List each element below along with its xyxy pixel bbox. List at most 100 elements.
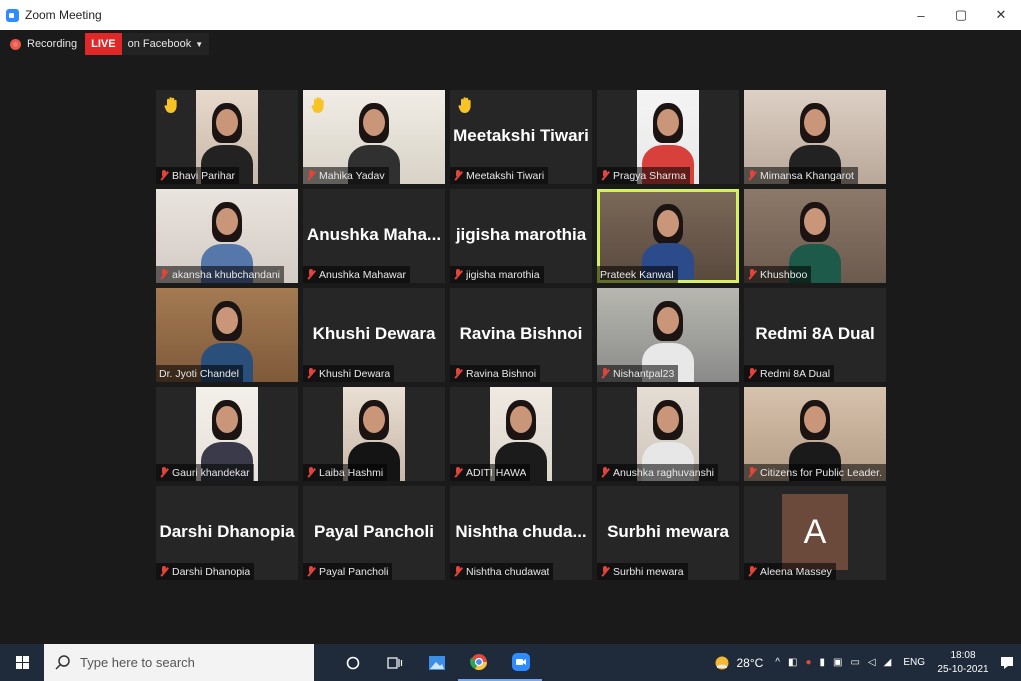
live-stream-menu[interactable]: LIVE on Facebook ▼ (85, 33, 210, 55)
volume-icon[interactable]: ◁ (868, 657, 876, 668)
chrome-icon[interactable] (458, 644, 500, 681)
participant-tile[interactable]: Gauri khandekar (156, 387, 298, 481)
participant-tile[interactable]: Bhavi Parihar (156, 90, 298, 184)
participant-tile[interactable]: Surbhi mewara Surbhi mewara (597, 486, 739, 580)
raised-hand-icon (164, 96, 178, 114)
clock[interactable]: 18:08 25-10-2021 (933, 649, 993, 677)
close-button[interactable]: ✕ (981, 0, 1021, 30)
participant-tile[interactable]: Pragya Sharma (597, 90, 739, 184)
participant-tile[interactable]: Meetakshi Tiwari Meetakshi Tiwari (450, 90, 592, 184)
participant-tile[interactable]: akansha khubchandani (156, 189, 298, 283)
participant-tile[interactable]: Nishantpal23 (597, 288, 739, 382)
participant-tile[interactable]: Mahika Yadav (303, 90, 445, 184)
participant-name: Citizens for Public Leader... (760, 466, 882, 479)
participant-name: Darshi Dhanopia (172, 565, 251, 578)
participant-name-bar: jigisha marothia (450, 266, 544, 283)
language-indicator[interactable]: ENG (903, 657, 925, 668)
window-controls: – ▢ ✕ (901, 0, 1021, 30)
participant-name: Laiba Hashmi (319, 466, 384, 479)
participant-tile[interactable]: Ravina Bishnoi Ravina Bishnoi (450, 288, 592, 382)
meet-now-icon[interactable]: ◧ (788, 657, 797, 668)
start-button[interactable] (0, 644, 44, 681)
participant-display-name: Redmi 8A Dual (755, 324, 875, 343)
participant-name-bar: Dr. Jyoti Chandel (156, 365, 243, 382)
participant-tile[interactable]: Anushka Maha... Anushka Mahawar (303, 189, 445, 283)
windows-logo-icon (15, 656, 29, 669)
task-view-icon[interactable] (374, 644, 416, 681)
muted-mic-icon (306, 566, 315, 577)
participant-name: Payal Pancholi (319, 565, 389, 578)
display-icon[interactable]: ▣ (833, 657, 842, 668)
participant-tile[interactable]: Khushboo (744, 189, 886, 283)
participant-name-bar: Mimansa Khangarot (744, 167, 858, 184)
muted-mic-icon (600, 467, 609, 478)
battery-icon[interactable]: ▭ (850, 657, 859, 668)
live-destination: on Facebook (127, 38, 192, 50)
muted-mic-icon (747, 368, 756, 379)
recording-label[interactable]: Recording (27, 38, 77, 50)
restore-button[interactable]: ▢ (941, 0, 981, 30)
participant-tile[interactable]: Payal Pancholi Payal Pancholi (303, 486, 445, 580)
participant-tile[interactable]: Khushi Dewara Khushi Dewara (303, 288, 445, 382)
participant-tile[interactable]: Prateek Kanwal (597, 189, 739, 283)
participant-name-bar: akansha khubchandani (156, 266, 285, 283)
clock-time: 18:08 (950, 649, 976, 661)
participant-name: Anushka raghuvanshi (613, 466, 714, 479)
recording-icon[interactable] (10, 38, 21, 50)
participant-tile[interactable]: Mimansa Khangarot (744, 90, 886, 184)
participant-tile[interactable]: Redmi 8A Dual Redmi 8A Dual (744, 288, 886, 382)
muted-mic-icon (747, 170, 756, 181)
participant-tile[interactable]: Nishtha chuda... Nishtha chudawat (450, 486, 592, 580)
participant-name-bar: Redmi 8A Dual (744, 365, 835, 382)
muted-mic-icon (159, 467, 168, 478)
participant-display-name: Anushka Maha... (306, 225, 442, 244)
participant-name-bar: Darshi Dhanopia (156, 563, 255, 580)
system-tray: 28°C ^ ◧ ● ▮ ▣ ▭ ◁ ◢ ENG 18:08 25-10-202… (714, 644, 1021, 681)
photos-app-icon[interactable] (416, 644, 458, 681)
window-title: Zoom Meeting (25, 8, 102, 22)
participant-tile[interactable]: A Aleena Massey (744, 486, 886, 580)
participant-tile[interactable]: Citizens for Public Leader... (744, 387, 886, 481)
participant-name: Khushboo (760, 268, 808, 281)
weather-icon[interactable] (714, 655, 730, 671)
participant-name-bar: Anushka Mahawar (303, 266, 410, 283)
chrome-tray-icon[interactable]: ● (805, 657, 811, 668)
microphone-icon[interactable]: ▮ (820, 657, 826, 668)
cortana-icon[interactable] (332, 644, 374, 681)
participant-tile[interactable]: Dr. Jyoti Chandel (156, 288, 298, 382)
search-placeholder: Type here to search (80, 655, 195, 670)
participant-tile[interactable]: ADITI HAWA (450, 387, 592, 481)
participant-name: Aleena Massey (760, 565, 832, 578)
muted-mic-icon (159, 170, 168, 181)
participant-name: Meetakshi Tiwari (466, 169, 545, 182)
muted-mic-icon (453, 467, 462, 478)
taskbar-search-box[interactable]: Type here to search (44, 644, 314, 681)
participant-display-name: Ravina Bishnoi (459, 324, 583, 343)
meeting-area: Recording LIVE on Facebook ▼ Bhavi Parih… (0, 30, 1021, 644)
participant-name-bar: Pragya Sharma (597, 167, 690, 184)
participant-tile[interactable]: Darshi Dhanopia Darshi Dhanopia (156, 486, 298, 580)
minimize-button[interactable]: – (901, 0, 941, 30)
participant-display-name: Payal Pancholi (314, 522, 434, 541)
notifications-icon[interactable] (993, 644, 1021, 681)
avatar: A (782, 494, 848, 570)
participant-name: Anushka Mahawar (319, 268, 406, 281)
participant-tile[interactable]: Laiba Hashmi (303, 387, 445, 481)
zoom-taskbar-icon[interactable] (500, 644, 542, 681)
weather-temperature[interactable]: 28°C (736, 656, 763, 670)
participant-name-bar: Ravina Bishnoi (450, 365, 541, 382)
participant-name: Surbhi mewara (613, 565, 684, 578)
clock-date: 25-10-2021 (937, 663, 989, 675)
wifi-icon[interactable]: ◢ (884, 657, 892, 668)
participant-name-bar: Prateek Kanwal (597, 266, 678, 283)
participant-name: Gauri khandekar (172, 466, 250, 479)
muted-mic-icon (159, 566, 168, 577)
participant-display-name: Surbhi mewara (607, 522, 729, 541)
participant-name: Mahika Yadav (319, 169, 385, 182)
chevron-up-icon[interactable]: ^ (775, 657, 780, 668)
raised-hand-icon (311, 96, 325, 114)
participant-tile[interactable]: jigisha marothia jigisha marothia (450, 189, 592, 283)
participant-name-bar: Anushka raghuvanshi (597, 464, 718, 481)
participant-name: Dr. Jyoti Chandel (159, 367, 239, 380)
participant-tile[interactable]: Anushka raghuvanshi (597, 387, 739, 481)
